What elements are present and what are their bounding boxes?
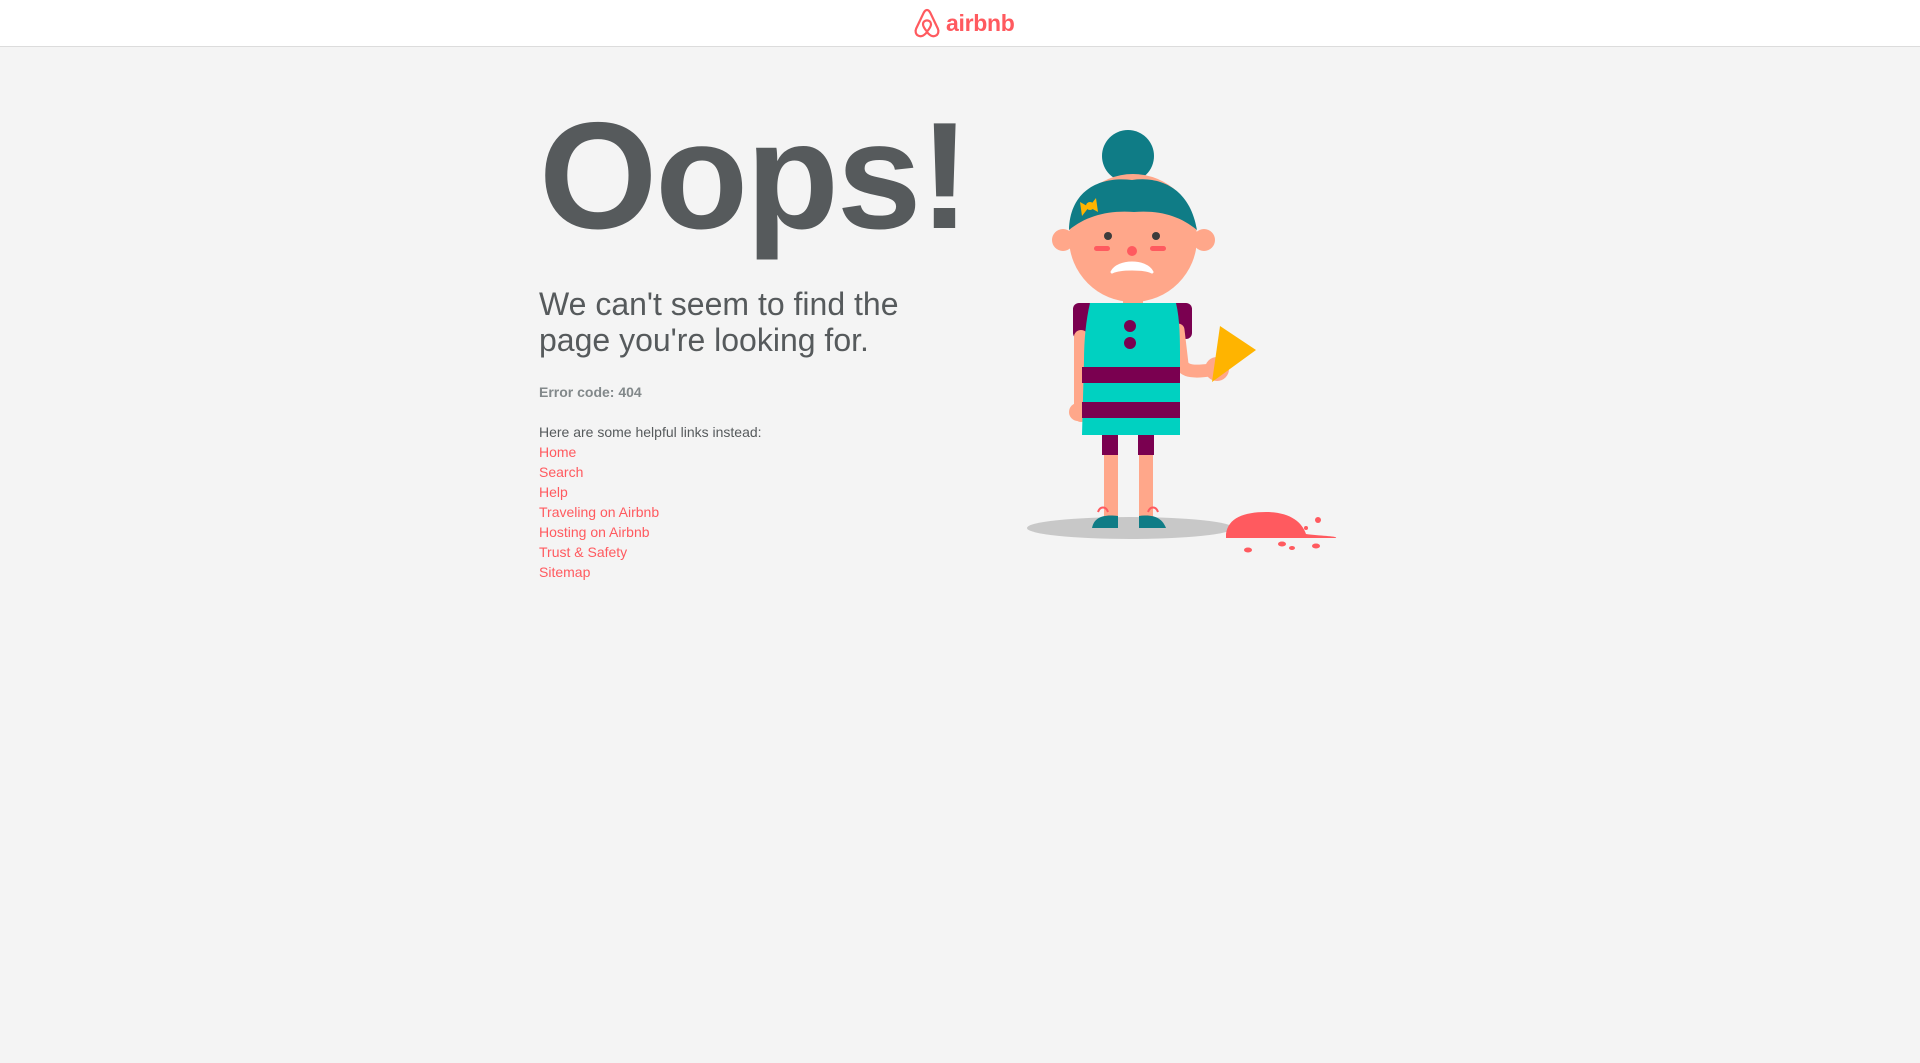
logo-wordmark: airbnb xyxy=(946,9,1015,36)
error-message: We can't seem to find the page you're lo… xyxy=(539,286,899,358)
list-item: Home xyxy=(539,442,979,462)
error-content: Oops! We can't seem to find the page you… xyxy=(539,96,979,582)
airbnb-logo-link[interactable]: airbnb xyxy=(912,7,1015,39)
list-item: Hosting on Airbnb xyxy=(539,522,979,542)
sad-girl-dropped-ice-cream-icon xyxy=(1027,130,1337,553)
list-item: Traveling on Airbnb xyxy=(539,502,979,522)
top-header: airbnb xyxy=(0,0,1920,47)
link-home[interactable]: Home xyxy=(539,444,576,460)
link-trust-safety[interactable]: Trust & Safety xyxy=(539,544,627,560)
list-item: Sitemap xyxy=(539,562,979,582)
link-help[interactable]: Help xyxy=(539,484,568,500)
link-sitemap[interactable]: Sitemap xyxy=(539,564,590,580)
list-item: Trust & Safety xyxy=(539,542,979,562)
helpful-links-intro: Here are some helpful links instead: xyxy=(539,424,762,440)
list-item: Search xyxy=(539,462,979,482)
link-hosting[interactable]: Hosting on Airbnb xyxy=(539,524,650,540)
page-title: Oops! xyxy=(539,91,970,261)
airbnb-belo-icon xyxy=(914,8,940,38)
error-code: Error code: 404 xyxy=(539,384,642,400)
helpful-links-list: Home Search Help Traveling on Airbnb Hos… xyxy=(539,442,979,582)
list-item: Help xyxy=(539,482,979,502)
link-search[interactable]: Search xyxy=(539,464,583,480)
link-traveling[interactable]: Traveling on Airbnb xyxy=(539,504,659,520)
